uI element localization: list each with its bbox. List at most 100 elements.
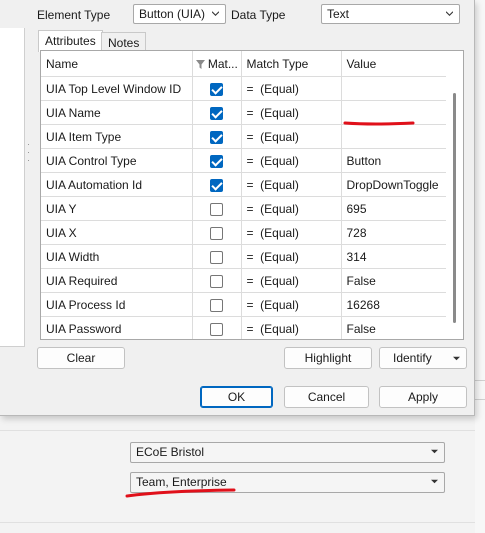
match-type-cell[interactable]: = (Equal) [241, 172, 342, 197]
match-type-cell[interactable]: = (Equal) [241, 292, 342, 317]
match-checkbox[interactable] [210, 202, 223, 216]
match-checkbox[interactable] [210, 82, 223, 96]
match-checkbox[interactable] [210, 106, 223, 120]
value-cell[interactable] [341, 124, 447, 149]
column-header-match[interactable]: Mat... [192, 51, 242, 77]
apply-button[interactable]: Apply [379, 386, 467, 408]
match-cell [192, 220, 242, 245]
tab-attributes[interactable]: Attributes [38, 30, 103, 52]
value-cell[interactable]: False [341, 316, 447, 339]
attribute-name-cell: UIA Name [41, 100, 193, 125]
match-type-cell[interactable]: = (Equal) [241, 148, 342, 173]
splitter-handle[interactable]: · · · [27, 140, 31, 165]
match-type-cell[interactable]: = (Equal) [241, 268, 342, 293]
table-row[interactable]: UIA Process Id = (Equal) 16268 [41, 292, 447, 317]
match-checkbox[interactable] [210, 130, 223, 144]
match-checkbox[interactable] [210, 154, 223, 168]
match-type-cell[interactable]: = (Equal) [241, 196, 342, 221]
table-row[interactable]: UIA Width = (Equal) 314 [41, 244, 447, 269]
grid-scrollbar[interactable] [446, 51, 463, 339]
table-header-row: Name Mat... Match Type Value [41, 51, 447, 77]
match-cell [192, 196, 242, 221]
value-cell[interactable]: DropDownToggle [341, 172, 447, 197]
table-row[interactable]: UIA Password = (Equal) False [41, 316, 447, 339]
chevron-down-icon [212, 11, 219, 17]
value-cell[interactable]: 695 [341, 196, 447, 221]
button-label: Cancel [307, 390, 346, 404]
match-cell [192, 124, 242, 149]
value-cell[interactable]: 16268 [341, 292, 447, 317]
attribute-name-cell: UIA Automation Id [41, 172, 193, 197]
annotation-underline [343, 121, 415, 126]
value-cell[interactable] [341, 76, 447, 101]
table-row[interactable]: UIA Control Type = (Equal) Button [41, 148, 447, 173]
button-label: Highlight [304, 351, 352, 365]
match-checkbox[interactable] [210, 250, 223, 264]
column-header-name[interactable]: Name [41, 51, 193, 77]
attribute-name-cell: UIA Process Id [41, 292, 193, 317]
table-row[interactable]: UIA Item Type = (Equal) [41, 124, 447, 149]
filter-icon[interactable] [195, 59, 205, 69]
column-header-match-type[interactable]: Match Type [241, 51, 342, 77]
background-divider [0, 430, 485, 431]
match-cell [192, 292, 242, 317]
cancel-button[interactable]: Cancel [284, 386, 369, 408]
match-cell [192, 316, 242, 339]
match-cell [192, 244, 242, 269]
match-type-cell[interactable]: = (Equal) [241, 124, 342, 149]
column-header-match-label: Mat... [207, 56, 238, 71]
match-cell [192, 100, 242, 125]
chevron-down-icon[interactable] [453, 355, 460, 362]
scrollbar-thumb[interactable] [453, 93, 456, 323]
element-properties-dialog: · · · Element Type Button (UIA) Data Type … [0, 0, 475, 416]
data-type-select[interactable]: Text [321, 4, 460, 24]
chevron-down-icon [431, 449, 438, 454]
value-cell[interactable]: 728 [341, 220, 447, 245]
identify-split-button[interactable]: Identify [379, 347, 467, 369]
attribute-name-cell: UIA Item Type [41, 124, 193, 149]
chevron-down-icon [431, 479, 438, 484]
match-type-cell[interactable]: = (Equal) [241, 100, 342, 125]
ok-button[interactable]: OK [200, 386, 273, 408]
match-type-cell[interactable]: = (Equal) [241, 220, 342, 245]
background-edge-segment [475, 380, 485, 400]
tab-notes[interactable]: Notes [101, 32, 146, 52]
element-type-value: Button (UIA) [139, 7, 206, 21]
table-row[interactable]: UIA Automation Id = (Equal) DropDownToggle [41, 172, 447, 197]
value-cell[interactable]: Button [341, 148, 447, 173]
attribute-name-cell: UIA Password [41, 316, 193, 339]
attributes-grid: Name Mat... Match Type Value UIA Top Lev… [40, 50, 464, 340]
attribute-name-cell: UIA Top Level Window ID [41, 76, 193, 101]
dropdown-value: ECoE Bristol [136, 445, 205, 459]
match-type-cell[interactable]: = (Equal) [241, 244, 342, 269]
table-row[interactable]: UIA Y = (Equal) 695 [41, 196, 447, 221]
match-type-cell[interactable]: = (Equal) [241, 76, 342, 101]
table-row[interactable]: UIA X = (Equal) 728 [41, 220, 447, 245]
match-checkbox[interactable] [210, 274, 223, 288]
match-type-cell[interactable]: = (Equal) [241, 316, 342, 339]
attributes-table-body: UIA Top Level Window ID = (Equal) UIA Name… [41, 76, 447, 339]
match-checkbox[interactable] [210, 298, 223, 312]
clear-button[interactable]: Clear [37, 347, 125, 369]
match-checkbox[interactable] [210, 226, 223, 240]
background-dropdown-location[interactable]: ECoE Bristol [130, 442, 445, 463]
value-cell[interactable]: False [341, 268, 447, 293]
background-divider [0, 522, 485, 523]
value-cell[interactable]: 314 [341, 244, 447, 269]
column-header-value[interactable]: Value [341, 51, 447, 77]
highlight-button[interactable]: Highlight [284, 347, 372, 369]
table-row[interactable]: UIA Required = (Equal) False [41, 268, 447, 293]
element-tree-panel [0, 28, 25, 347]
table-row[interactable]: UIA Top Level Window ID = (Equal) [41, 76, 447, 101]
match-cell [192, 76, 242, 101]
button-label: Clear [66, 351, 96, 365]
attribute-name-cell: UIA Y [41, 196, 193, 221]
match-checkbox[interactable] [210, 322, 223, 336]
match-checkbox[interactable] [210, 178, 223, 192]
attribute-name-cell: UIA Required [41, 268, 193, 293]
match-cell [192, 148, 242, 173]
element-type-select[interactable]: Button (UIA) [133, 4, 226, 24]
annotation-underline [125, 488, 236, 498]
tab-label: Attributes [45, 34, 96, 48]
attributes-table: Name Mat... Match Type Value UIA Top Lev… [41, 51, 447, 339]
